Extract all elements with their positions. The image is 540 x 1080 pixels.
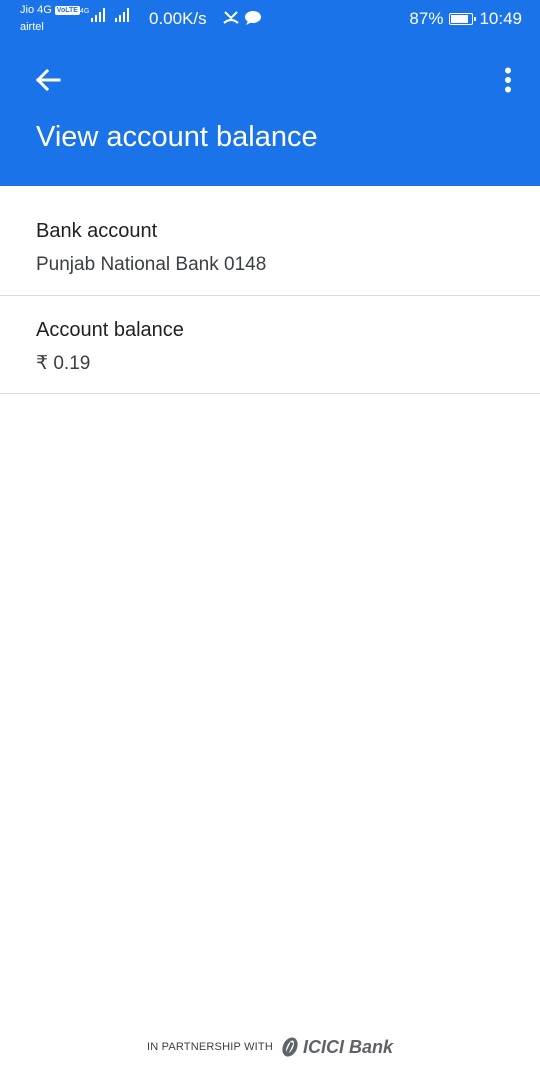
status-bar: Jio 4G VoLTE airtel 4G 0.00K/s 87% 10:49 — [0, 0, 540, 40]
account-balance-label: Account balance — [36, 319, 184, 341]
battery-icon — [449, 13, 477, 25]
bank-account-value: Punjab National Bank 0148 — [36, 254, 267, 275]
carrier-secondary: airtel — [20, 21, 44, 33]
message-icon — [245, 11, 261, 25]
signal-indicators: 4G — [80, 8, 130, 22]
carrier-primary: Jio 4G — [20, 4, 52, 16]
status-right: 87% 10:49 — [409, 9, 522, 29]
icici-logo-text: ICICI Bank — [303, 1036, 394, 1057]
bank-account-label: Bank account — [36, 220, 158, 242]
arrow-left-icon — [35, 68, 61, 92]
network-type-label: 4G — [80, 8, 90, 15]
app-bar: View account balance — [0, 40, 540, 186]
back-button[interactable] — [28, 62, 68, 98]
network-speed: 0.00K/s — [149, 9, 207, 28]
signal-1-icon: 4G — [80, 8, 106, 22]
missed-call-icon — [223, 11, 239, 24]
partnership-footer: IN PARTNERSHIP WITH ICICI Bank — [0, 1036, 540, 1058]
clock: 10:49 — [479, 9, 522, 28]
battery-percent: 87% — [409, 9, 444, 28]
icici-logo: ICICI Bank — [279, 1036, 393, 1058]
volte-badge: VoLTE — [54, 6, 80, 15]
bank-account-row: Bank account Punjab National Bank 0148 — [0, 186, 540, 296]
more-options-button[interactable] — [496, 62, 520, 98]
more-vert-icon — [505, 67, 511, 93]
notification-icons — [222, 10, 262, 26]
account-balance-row: Account balance ₹ 0.19 — [0, 296, 540, 394]
carrier-info: Jio 4G VoLTE airtel — [20, 4, 80, 34]
icici-logo-mark-icon — [282, 1037, 298, 1057]
account-balance-value: ₹ 0.19 — [36, 353, 91, 374]
page-title: View account balance — [36, 121, 318, 153]
partnership-text: IN PARTNERSHIP WITH — [146, 1041, 273, 1053]
signal-2-icon — [115, 8, 130, 22]
